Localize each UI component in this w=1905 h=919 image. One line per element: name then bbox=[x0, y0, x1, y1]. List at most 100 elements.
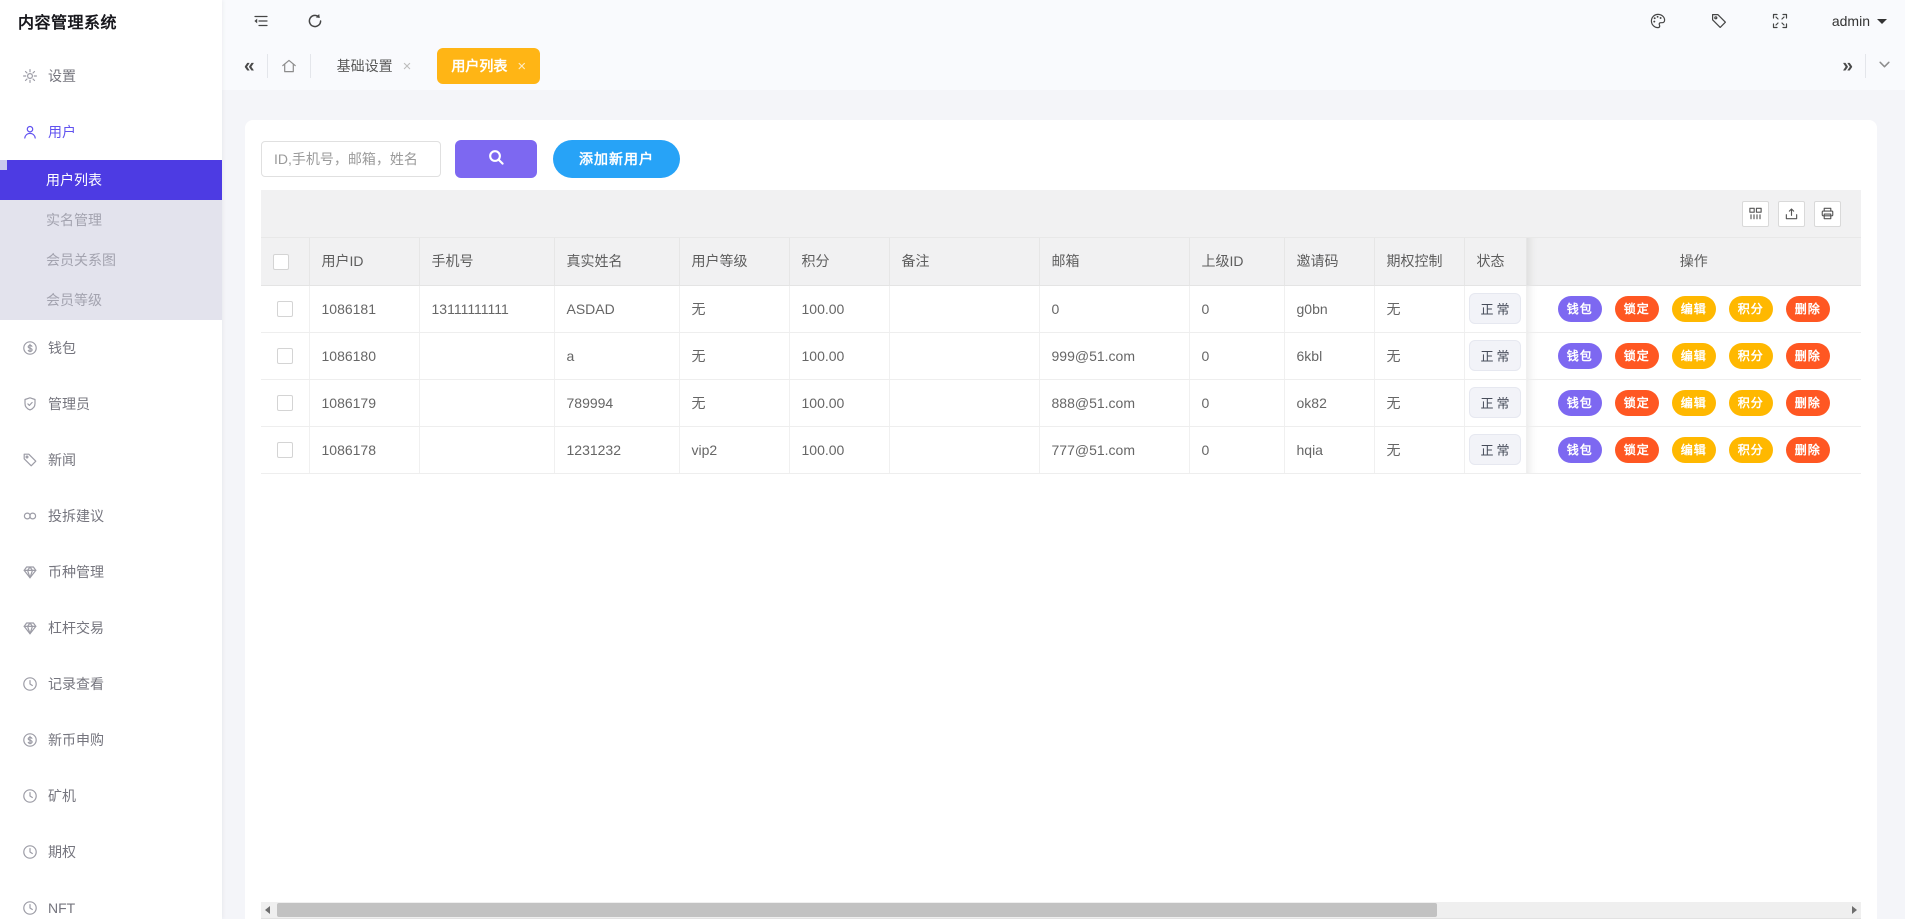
search-input[interactable] bbox=[261, 141, 441, 177]
topbar: admin bbox=[222, 0, 1905, 42]
sidebar-submenu: 用户列表 实名管理 会员关系图 会员等级 bbox=[0, 160, 222, 320]
user-list-card: 添加新用户 bbox=[245, 120, 1877, 919]
sidebar-item-label: 投拆建议 bbox=[48, 506, 104, 526]
horizontal-scrollbar[interactable] bbox=[261, 902, 1861, 919]
sidebar-item-settings[interactable]: 设置 bbox=[0, 48, 222, 104]
sidebar-item-nft[interactable]: NFT bbox=[0, 880, 222, 919]
sidebar-item-new-coin[interactable]: 新币申购 bbox=[0, 712, 222, 768]
submenu-item-user-list[interactable]: 用户列表 bbox=[0, 160, 222, 200]
status-badge: 正常 bbox=[1469, 293, 1520, 324]
theme-palette-icon[interactable] bbox=[1649, 12, 1667, 30]
close-icon[interactable]: × bbox=[517, 58, 526, 75]
collapse-menu-icon[interactable] bbox=[252, 12, 270, 30]
search-row: 添加新用户 bbox=[261, 140, 1861, 178]
delete-button[interactable]: 删除 bbox=[1786, 390, 1830, 416]
cell-user-id: 1086179 bbox=[309, 379, 419, 426]
sidebar-item-label: 钱包 bbox=[48, 338, 76, 358]
sidebar-item-admins[interactable]: 管理员 bbox=[0, 376, 222, 432]
edit-button[interactable]: 编辑 bbox=[1672, 296, 1716, 322]
row-checkbox[interactable] bbox=[277, 395, 293, 411]
tab-label: 用户列表 bbox=[451, 56, 507, 76]
edit-button[interactable]: 编辑 bbox=[1672, 343, 1716, 369]
sidebar-item-records[interactable]: 记录查看 bbox=[0, 656, 222, 712]
cell-real-name: 1231232 bbox=[554, 426, 679, 473]
tab-bar: « 基础设置 × 用户列表 × » bbox=[222, 42, 1905, 90]
submenu-item-member-level[interactable]: 会员等级 bbox=[0, 280, 222, 320]
points-button[interactable]: 积分 bbox=[1729, 296, 1773, 322]
sidebar-item-coin-manage[interactable]: 币种管理 bbox=[0, 544, 222, 600]
sidebar-item-options[interactable]: 期权 bbox=[0, 824, 222, 880]
cell-parent-id: 0 bbox=[1189, 426, 1284, 473]
search-icon bbox=[487, 148, 506, 170]
divider bbox=[310, 54, 311, 78]
points-button[interactable]: 积分 bbox=[1729, 390, 1773, 416]
cell-actions: 钱包 锁定 编辑 积分 删除 bbox=[1526, 426, 1861, 473]
table-empty-space bbox=[261, 474, 1861, 903]
sidebar-menu: 设置 用户 用户列表 实名管理 会员关系图 会员等级 钱包 bbox=[0, 42, 222, 919]
row-checkbox[interactable] bbox=[277, 442, 293, 458]
submenu-item-realname[interactable]: 实名管理 bbox=[0, 200, 222, 240]
add-user-button[interactable]: 添加新用户 bbox=[553, 140, 680, 178]
col-header-remark: 备注 bbox=[889, 238, 1039, 285]
points-button[interactable]: 积分 bbox=[1729, 343, 1773, 369]
sidebar-item-users[interactable]: 用户 bbox=[0, 104, 222, 160]
tabs-scroll-left-icon[interactable]: « bbox=[244, 57, 255, 76]
chevron-down-icon[interactable] bbox=[1878, 58, 1891, 74]
delete-button[interactable]: 删除 bbox=[1786, 437, 1830, 463]
filter-columns-icon[interactable] bbox=[1742, 201, 1769, 227]
wallet-button[interactable]: 钱包 bbox=[1558, 343, 1602, 369]
user-menu[interactable]: admin bbox=[1832, 13, 1887, 29]
sidebar-item-miner[interactable]: 矿机 bbox=[0, 768, 222, 824]
row-checkbox[interactable] bbox=[277, 348, 293, 364]
lock-button[interactable]: 锁定 bbox=[1615, 390, 1659, 416]
tag-icon[interactable] bbox=[1710, 12, 1728, 30]
tab-user-list[interactable]: 用户列表 × bbox=[437, 48, 540, 84]
cell-points: 100.00 bbox=[789, 332, 889, 379]
edit-button[interactable]: 编辑 bbox=[1672, 437, 1716, 463]
history-icon bbox=[22, 676, 38, 692]
wallet-button[interactable]: 钱包 bbox=[1558, 437, 1602, 463]
col-header-option-control: 期权控制 bbox=[1374, 238, 1464, 285]
tab-basic-settings[interactable]: 基础设置 × bbox=[323, 48, 426, 84]
cell-points: 100.00 bbox=[789, 285, 889, 332]
tabs-scroll-right-icon[interactable]: » bbox=[1842, 57, 1853, 76]
col-header-status: 状态 bbox=[1464, 238, 1526, 285]
submenu-item-relation-map[interactable]: 会员关系图 bbox=[0, 240, 222, 280]
select-all-checkbox[interactable] bbox=[273, 254, 289, 270]
sidebar-item-news[interactable]: 新闻 bbox=[0, 432, 222, 488]
lock-button[interactable]: 锁定 bbox=[1615, 296, 1659, 322]
home-icon[interactable] bbox=[280, 57, 298, 75]
refresh-icon[interactable] bbox=[306, 12, 324, 30]
delete-button[interactable]: 删除 bbox=[1786, 296, 1830, 322]
row-checkbox[interactable] bbox=[277, 301, 293, 317]
lock-button[interactable]: 锁定 bbox=[1615, 343, 1659, 369]
search-button[interactable] bbox=[455, 140, 537, 178]
edit-button[interactable]: 编辑 bbox=[1672, 390, 1716, 416]
sidebar-item-wallet[interactable]: 钱包 bbox=[0, 320, 222, 376]
print-icon[interactable] bbox=[1814, 201, 1841, 227]
wallet-button[interactable]: 钱包 bbox=[1558, 390, 1602, 416]
sidebar-item-feedback[interactable]: 投拆建议 bbox=[0, 488, 222, 544]
points-button[interactable]: 积分 bbox=[1729, 437, 1773, 463]
fullscreen-icon[interactable] bbox=[1771, 12, 1789, 30]
cell-email: 0 bbox=[1039, 285, 1189, 332]
sidebar-item-label: NFT bbox=[48, 900, 75, 916]
col-header-actions: 操作 bbox=[1526, 238, 1861, 285]
scrollbar-thumb[interactable] bbox=[277, 903, 1437, 917]
history-icon bbox=[22, 844, 38, 860]
lock-button[interactable]: 锁定 bbox=[1615, 437, 1659, 463]
sidebar-item-label: 杠杆交易 bbox=[48, 618, 104, 638]
history-icon bbox=[22, 788, 38, 804]
table-container: 用户ID 手机号 真实姓名 用户等级 积分 备注 邮箱 上级ID 邀请码 期权控… bbox=[261, 190, 1861, 919]
sidebar: 内容管理系统 设置 用户 用户列表 实名管理 会员关系图 会员等级 bbox=[0, 0, 222, 919]
close-icon[interactable]: × bbox=[403, 58, 412, 75]
wallet-button[interactable]: 钱包 bbox=[1558, 296, 1602, 322]
cell-real-name: a bbox=[554, 332, 679, 379]
export-icon[interactable] bbox=[1778, 201, 1805, 227]
cell-remark bbox=[889, 285, 1039, 332]
delete-button[interactable]: 删除 bbox=[1786, 343, 1830, 369]
scroll-right-arrow-icon[interactable] bbox=[1852, 906, 1857, 914]
sidebar-item-leverage[interactable]: 杠杆交易 bbox=[0, 600, 222, 656]
status-badge: 正常 bbox=[1469, 387, 1520, 418]
scroll-left-arrow-icon[interactable] bbox=[265, 906, 270, 914]
